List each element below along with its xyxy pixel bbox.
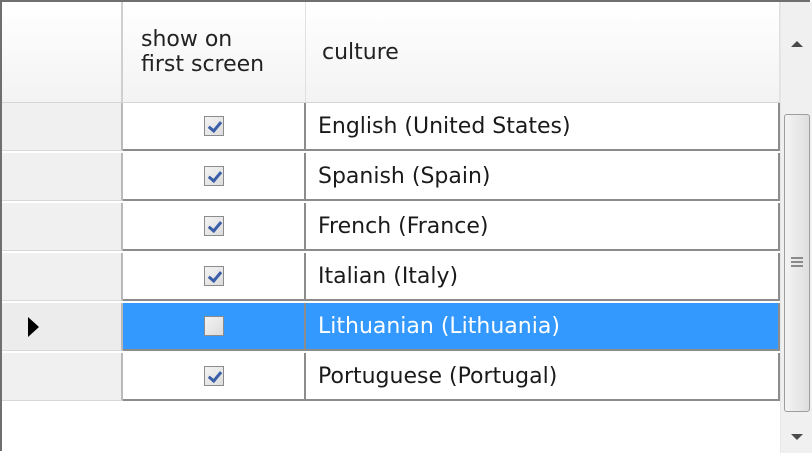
show-on-first-screen-cell <box>123 153 306 201</box>
vertical-scrollbar[interactable] <box>780 2 812 453</box>
culture-cell[interactable]: Portuguese (Portugal) <box>306 353 780 401</box>
show-on-first-screen-cell <box>123 353 306 401</box>
culture-cell[interactable]: English (United States) <box>306 103 780 151</box>
show-on-first-screen-cell <box>123 103 306 151</box>
scroll-grip-icon <box>791 257 803 267</box>
row-header[interactable] <box>2 303 123 351</box>
show-on-first-screen-checkbox[interactable] <box>203 366 224 386</box>
show-on-first-screen-cell <box>123 253 306 301</box>
culture-cell[interactable]: Italian (Italy) <box>306 253 780 301</box>
scroll-up-arrow-icon[interactable] <box>781 28 812 60</box>
column-header-show-line1: show on <box>141 27 233 52</box>
show-on-first-screen-checkbox[interactable] <box>203 316 224 336</box>
row-pointer-arrow-icon <box>28 317 39 337</box>
table-row[interactable]: Spanish (Spain) <box>2 153 780 201</box>
row-header[interactable] <box>2 353 123 401</box>
row-header[interactable] <box>2 253 123 301</box>
row-header[interactable] <box>2 203 123 251</box>
row-header-corner[interactable] <box>2 2 123 102</box>
table-row[interactable]: French (France) <box>2 203 780 251</box>
column-header-show-line2: first screen <box>141 52 265 77</box>
show-on-first-screen-checkbox[interactable] <box>203 116 224 136</box>
show-on-first-screen-checkbox[interactable] <box>203 266 224 286</box>
culture-cell[interactable]: Lithuanian (Lithuania) <box>306 303 780 351</box>
show-on-first-screen-checkbox[interactable] <box>203 216 224 236</box>
row-header[interactable] <box>2 153 123 201</box>
culture-grid: show on first screen culture English (Un… <box>0 0 812 453</box>
table-row[interactable]: Portuguese (Portugal) <box>2 353 780 401</box>
culture-cell[interactable]: French (France) <box>306 203 780 251</box>
column-header-culture[interactable]: culture <box>306 2 780 102</box>
column-header-show-on-first-screen[interactable]: show on first screen <box>123 2 306 102</box>
table-row[interactable]: English (United States) <box>2 103 780 151</box>
show-on-first-screen-cell <box>123 303 306 351</box>
table-row[interactable]: Italian (Italy) <box>2 253 780 301</box>
scroll-down-arrow-icon[interactable] <box>781 421 812 453</box>
table-row[interactable]: Lithuanian (Lithuania) <box>2 303 780 351</box>
grid-header: show on first screen culture <box>2 2 780 103</box>
show-on-first-screen-cell <box>123 203 306 251</box>
show-on-first-screen-checkbox[interactable] <box>203 166 224 186</box>
scrollbar-thumb[interactable] <box>784 114 810 412</box>
row-header[interactable] <box>2 103 123 151</box>
culture-cell[interactable]: Spanish (Spain) <box>306 153 780 201</box>
